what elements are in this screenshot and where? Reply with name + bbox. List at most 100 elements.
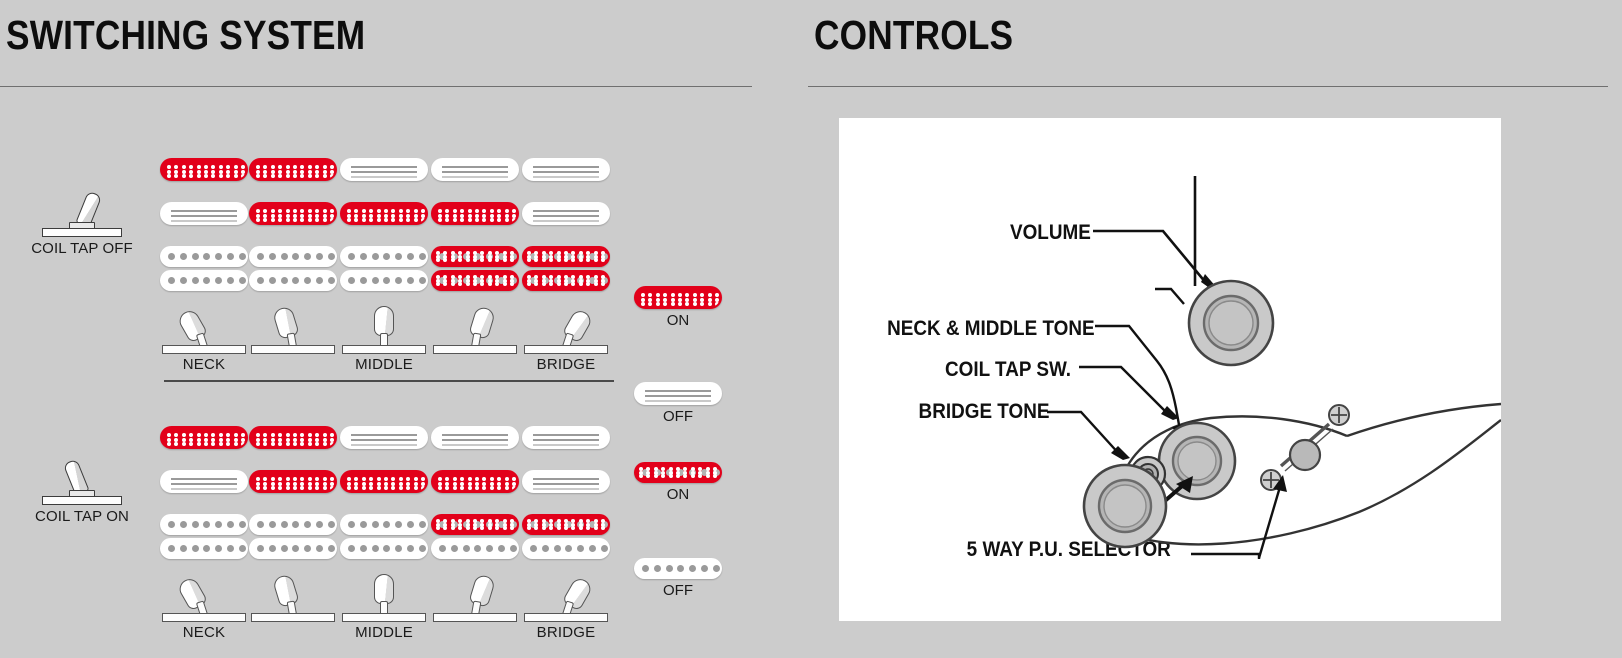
five-way-switch-position-1[interactable]: [160, 300, 248, 354]
lever-tip: [271, 573, 300, 608]
switch-position-label-neck: NECK: [182, 356, 226, 373]
lever-base: [251, 613, 335, 622]
legend-caption: OFF: [663, 582, 693, 599]
five-way-switch-position-2[interactable]: [249, 300, 337, 354]
five-way-lever-switch[interactable]: [1279, 422, 1334, 472]
coil-line: [533, 478, 599, 480]
coil-line: [351, 166, 417, 168]
pole-piece: [327, 253, 335, 260]
pole-piece: [407, 253, 414, 260]
pole-piece: [203, 545, 211, 552]
controls-title-rule: [808, 86, 1608, 87]
pole-piece: [359, 277, 367, 284]
pole-piece: [418, 521, 426, 528]
pole-piece: [327, 545, 335, 552]
pickup-humbucker-on: [522, 246, 610, 294]
coil-line: [645, 400, 711, 402]
humbucker-coil-on: [431, 246, 519, 267]
five-way-switch-position-2[interactable]: [249, 568, 337, 622]
pole-piece: [509, 545, 517, 552]
humbucker-coil-on: [634, 462, 722, 483]
pole-piece: [268, 545, 276, 552]
switch-position-label-middle: MIDDLE: [355, 356, 413, 373]
pole-piece: [304, 253, 312, 260]
pickup-humbucker-on: [522, 514, 610, 562]
five-way-switch-position-4[interactable]: [431, 300, 519, 354]
humbucker-coil-on: [522, 270, 610, 291]
lever-tip: [374, 574, 394, 604]
pole-piece: [257, 545, 264, 552]
coil-tap-off-label: COIL TAP OFF: [31, 240, 133, 257]
leader-bend: [1155, 287, 1185, 305]
pole-piece: [191, 277, 199, 284]
five-way-switch-position-1[interactable]: [160, 568, 248, 622]
pole-piece: [383, 277, 391, 284]
pickup-single-coil-off: [160, 202, 248, 225]
volume-knob[interactable]: [1187, 279, 1275, 367]
pole-piece: [257, 253, 264, 260]
pickup-humbucker-off: [340, 246, 428, 294]
pole-piece: [238, 545, 246, 552]
page-title-controls: CONTROLS: [814, 12, 1014, 58]
pole-piece: [304, 545, 312, 552]
pole-piece: [215, 521, 223, 528]
pole-piece: [168, 521, 175, 528]
neck-middle-tone-knob[interactable]: [1157, 421, 1237, 501]
lever-base: [342, 613, 426, 622]
pole-piece: [203, 253, 211, 260]
pickup-single-coil-on: [634, 286, 722, 309]
pole-piece: [665, 565, 673, 572]
pole-piece: [292, 277, 300, 284]
humbucker-coil-off: [634, 558, 722, 579]
switch-position-label-neck: NECK: [182, 624, 226, 641]
pole-piece: [292, 253, 300, 260]
coil-line: [533, 488, 599, 490]
coil-tap-switch-icon-off[interactable]: [36, 185, 128, 237]
pickup-single-coil-on: [160, 158, 248, 181]
pickup-single-coil-off: [522, 158, 610, 181]
coil-tap-on-indicator: COIL TAP ON: [12, 453, 152, 525]
five-way-switch-position-3[interactable]: [340, 568, 428, 622]
lever-base: [251, 345, 335, 354]
pickup-dot-pattern: [433, 472, 517, 491]
coil-line: [533, 176, 599, 178]
five-way-switch-position-4[interactable]: [431, 568, 519, 622]
pole-piece: [371, 277, 379, 284]
toggle-base: [42, 228, 122, 237]
humbucker-coil-on: [522, 246, 610, 267]
humbucker-coil-off: [249, 246, 337, 267]
five-way-switch-position-3[interactable]: [340, 300, 428, 354]
pole-piece: [168, 545, 175, 552]
lever-base: [433, 345, 517, 354]
coil-line: [533, 483, 599, 485]
coil-line: [351, 176, 417, 178]
five-way-switch-position-5[interactable]: [522, 568, 610, 622]
pole-piece: [292, 521, 300, 528]
five-way-switch-position-5[interactable]: [522, 300, 610, 354]
leader-five-way-selector: [1257, 479, 1284, 559]
humbucker-coil-on: [522, 514, 610, 535]
bridge-tone-knob[interactable]: [1082, 463, 1168, 549]
coil-line: [442, 434, 508, 436]
coil-line: [171, 488, 237, 490]
pole-piece: [462, 545, 470, 552]
switch-position-label-middle: MIDDLE: [355, 624, 413, 641]
pole-piece: [327, 521, 335, 528]
pickup-single-coil-off: [522, 470, 610, 493]
pole-piece: [348, 545, 355, 552]
pole-piece: [395, 521, 403, 528]
humbucker-coil-off: [249, 514, 337, 535]
legend-caption: OFF: [663, 408, 693, 425]
pickup-single-coil-on: [249, 470, 337, 493]
pole-piece: [316, 253, 323, 260]
pole-piece: [589, 545, 596, 552]
pole-piece: [316, 545, 323, 552]
pole-piece: [439, 545, 446, 552]
lever-base: [162, 613, 246, 622]
pole-piece: [418, 277, 426, 284]
coil-line: [442, 166, 508, 168]
coil-tap-switch-icon-on[interactable]: [36, 453, 128, 505]
pickup-humbucker-on: [431, 514, 519, 562]
pole-piece: [179, 277, 187, 284]
pickup-single-coil-off: [634, 382, 722, 405]
